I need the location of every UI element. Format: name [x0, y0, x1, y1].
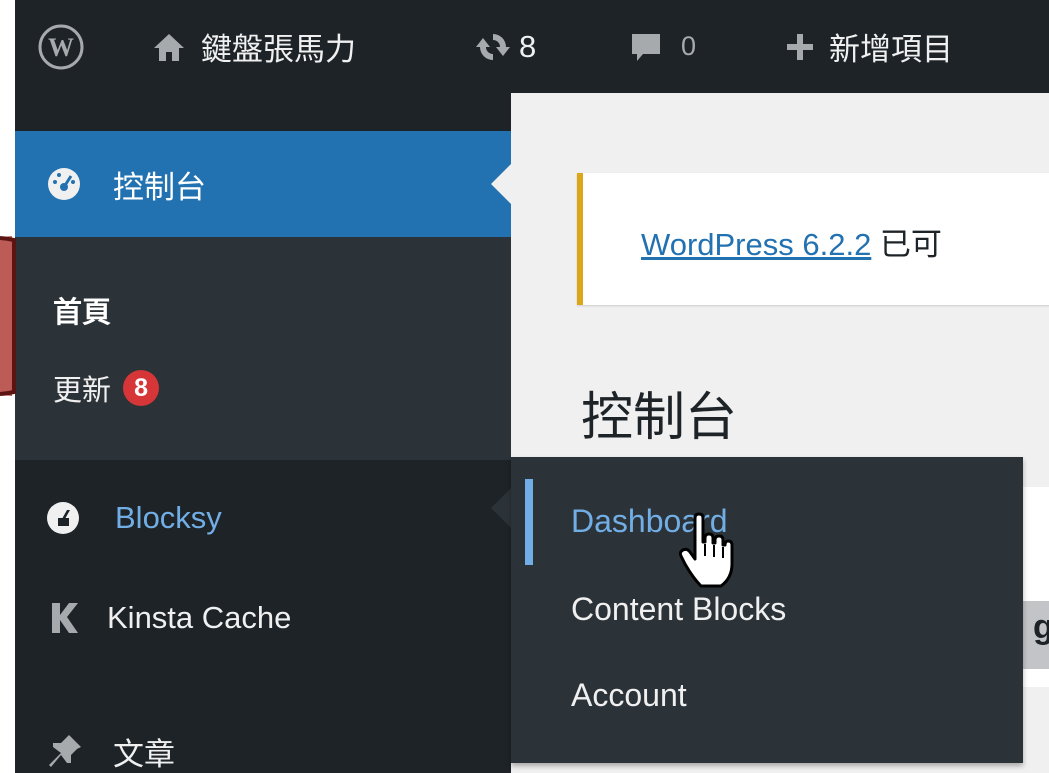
new-content-label: 新增項目	[829, 32, 953, 67]
site-name: 鍵盤張馬力	[201, 32, 356, 67]
wp-logo-button[interactable]: W	[37, 0, 85, 93]
menu-label-kinsta-cache: Kinsta Cache	[107, 600, 292, 635]
blocksy-icon	[47, 502, 79, 534]
refresh-icon	[476, 33, 510, 60]
notice-message: WordPress 6.2.2 已可	[641, 219, 942, 264]
admin-sidebar: 控制台 首頁 更新 8 Blocksy Kinsta Cache 文章	[15, 93, 511, 773]
comments-link[interactable]: 0	[629, 0, 696, 93]
dashboard-submenu: 首頁 更新 8	[15, 237, 511, 460]
menu-label-blocksy: Blocksy	[115, 500, 222, 535]
site-name-link[interactable]: 鍵盤張馬力	[151, 0, 356, 93]
admin-bar: W 鍵盤張馬力 8 0 新增項目	[15, 0, 1049, 93]
wordpress-logo-icon: W	[38, 24, 84, 69]
pin-icon	[49, 735, 81, 767]
flyout-arrow	[491, 488, 511, 528]
new-content-link[interactable]: 新增項目	[785, 0, 953, 93]
kinsta-icon	[52, 603, 78, 633]
hand-cursor-icon	[678, 512, 734, 588]
submenu-item-home[interactable]: 首頁	[53, 289, 111, 331]
comment-icon	[632, 33, 660, 61]
dashboard-gauge-icon	[48, 168, 80, 200]
updates-badge: 8	[123, 370, 160, 406]
svg-text:W: W	[48, 33, 74, 62]
menu-item-posts[interactable]: 文章	[15, 721, 511, 773]
page-title: 控制台	[581, 389, 738, 447]
home-icon	[154, 33, 184, 61]
blocksy-flyout-menu: Dashboard Content Blocks Account	[511, 457, 1023, 763]
menu-label-posts: 文章	[113, 736, 175, 772]
updates-link[interactable]: 8	[475, 0, 536, 93]
annotation-circle	[0, 236, 16, 396]
submenu-item-updates[interactable]: 更新 8	[53, 367, 160, 409]
menu-label-dashboard: 控制台	[113, 169, 206, 205]
updates-count: 8	[519, 28, 537, 64]
update-notice: WordPress 6.2.2 已可	[577, 173, 1049, 305]
flyout-item-account[interactable]: Account	[571, 677, 687, 714]
widget-peek-text-g: g	[1033, 608, 1049, 646]
comments-count: 0	[681, 31, 697, 61]
wordpress-version-link[interactable]: WordPress 6.2.2	[641, 227, 871, 262]
flyout-item-content-blocks[interactable]: Content Blocks	[571, 591, 786, 628]
menu-item-blocksy[interactable]: Blocksy	[15, 488, 511, 548]
menu-item-dashboard[interactable]: 控制台	[15, 131, 511, 237]
plus-icon	[787, 33, 813, 60]
menu-item-kinsta-cache[interactable]: Kinsta Cache	[15, 588, 511, 648]
flyout-active-indicator	[525, 479, 533, 565]
notice-trailing-text: 已可	[871, 227, 942, 262]
submenu-label-updates: 更新	[53, 375, 112, 407]
current-menu-arrow	[491, 164, 511, 204]
wp-admin-window: W 鍵盤張馬力 8 0 新增項目 控制台 首頁 更新 8 Blocksy Kin…	[15, 0, 1049, 773]
